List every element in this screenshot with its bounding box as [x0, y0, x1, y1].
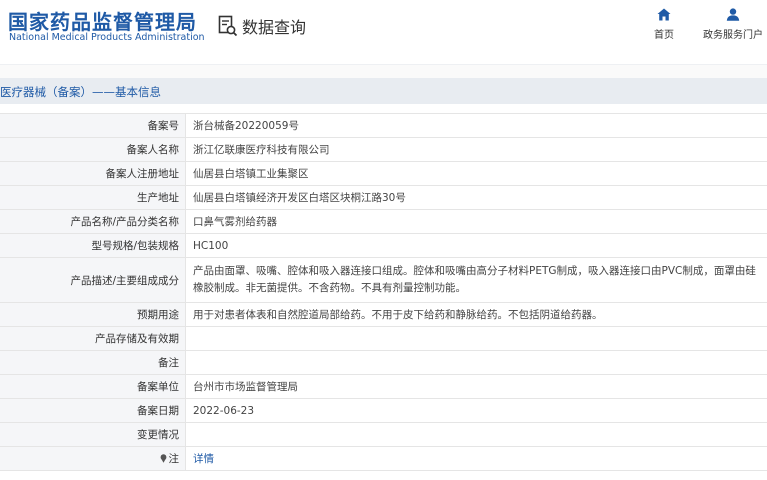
- row-label: 产品存储及有效期: [0, 327, 186, 350]
- row-value: 浙台械备20220059号: [193, 120, 299, 132]
- table-row: 备案单位 台州市市场监督管理局: [0, 375, 767, 399]
- nav-home[interactable]: 首页: [650, 8, 678, 41]
- row-value: 仙居县白塔镇经济开发区白塔区块桐江路30号: [193, 192, 406, 204]
- row-value: 口鼻气雾剂给药器: [193, 216, 277, 228]
- row-value: [186, 351, 767, 374]
- table-row: 备案人注册地址 仙居县白塔镇工业集聚区: [0, 162, 767, 186]
- row-value: 详情: [186, 447, 767, 470]
- note-label: 注: [168, 453, 180, 465]
- nav-service-portal-label: 政务服务门户: [703, 30, 763, 41]
- data-query-title: 数据查询: [218, 12, 306, 40]
- header-divider: [0, 64, 767, 78]
- basic-info-table: 备案号 浙台械备20220059号 备案人名称 浙江亿联康医疗科技有限公司 备案…: [0, 113, 767, 471]
- row-value: 浙江亿联康医疗科技有限公司: [193, 144, 330, 156]
- row-label: 生产地址: [0, 186, 186, 209]
- logo-english[interactable]: National Medical Products Administration: [9, 32, 205, 43]
- row-value: 用于对患者体表和自然腔道局部给药。不用于皮下给药和静脉给药。不包括阴道给药器。: [193, 309, 603, 321]
- home-icon: [657, 8, 671, 21]
- table-row: 产品存储及有效期: [0, 327, 767, 351]
- table-row: 型号规格/包装规格 HC100: [0, 234, 767, 258]
- table-row: 预期用途 用于对患者体表和自然腔道局部给药。不用于皮下给药和静脉给药。不包括阴道…: [0, 303, 767, 327]
- row-label: 备案号: [0, 114, 186, 137]
- table-row: 备注: [0, 351, 767, 375]
- row-label: 产品描述/主要组成成分: [0, 258, 186, 302]
- logo-chinese[interactable]: 国家药品监督管理局: [8, 6, 197, 35]
- row-label: 备案日期: [0, 399, 186, 422]
- row-label: 注: [0, 447, 186, 470]
- details-link[interactable]: 详情: [193, 451, 214, 466]
- header: 国家药品监督管理局 National Medical Products Admi…: [0, 0, 767, 62]
- nav-service-portal[interactable]: 政务服务门户: [700, 8, 766, 41]
- row-label: 型号规格/包装规格: [0, 234, 186, 257]
- section-header: 医疗器械（备案）——基本信息: [0, 78, 767, 104]
- row-value: 台州市市场监督管理局: [193, 381, 298, 393]
- row-value: [186, 327, 767, 350]
- table-row: 产品名称/产品分类名称 口鼻气雾剂给药器: [0, 210, 767, 234]
- row-label: 备注: [0, 351, 186, 374]
- table-row: 备案号 浙台械备20220059号: [0, 114, 767, 138]
- user-icon: [726, 8, 740, 21]
- row-label: 备案单位: [0, 375, 186, 398]
- document-search-icon: [218, 15, 238, 37]
- row-value: [186, 423, 767, 446]
- row-label: 预期用途: [0, 303, 186, 326]
- table-row: 生产地址 仙居县白塔镇经济开发区白塔区块桐江路30号: [0, 186, 767, 210]
- row-value: 产品由面罩、吸嘴、腔体和吸入器连接口组成。腔体和吸嘴由高分子材料PETG制成，吸…: [193, 265, 756, 294]
- pin-icon: [160, 454, 167, 463]
- row-value: 2022-06-23: [193, 404, 255, 417]
- table-row: 变更情况: [0, 423, 767, 447]
- row-label: 备案人注册地址: [0, 162, 186, 185]
- table-row: 备案人名称 浙江亿联康医疗科技有限公司: [0, 138, 767, 162]
- row-value: 仙居县白塔镇工业集聚区: [193, 168, 309, 180]
- row-label: 产品名称/产品分类名称: [0, 210, 186, 233]
- row-label: 备案人名称: [0, 138, 186, 161]
- row-value: HC100: [193, 239, 229, 252]
- table-row: 产品描述/主要组成成分 产品由面罩、吸嘴、腔体和吸入器连接口组成。腔体和吸嘴由高…: [0, 258, 767, 303]
- table-row: 备案日期 2022-06-23: [0, 399, 767, 423]
- table-row: 注 详情: [0, 447, 767, 471]
- section-title: 医疗器械（备案）——基本信息: [0, 85, 161, 99]
- data-query-label: 数据查询: [242, 18, 307, 37]
- nav-home-label: 首页: [654, 30, 674, 41]
- row-label: 变更情况: [0, 423, 186, 446]
